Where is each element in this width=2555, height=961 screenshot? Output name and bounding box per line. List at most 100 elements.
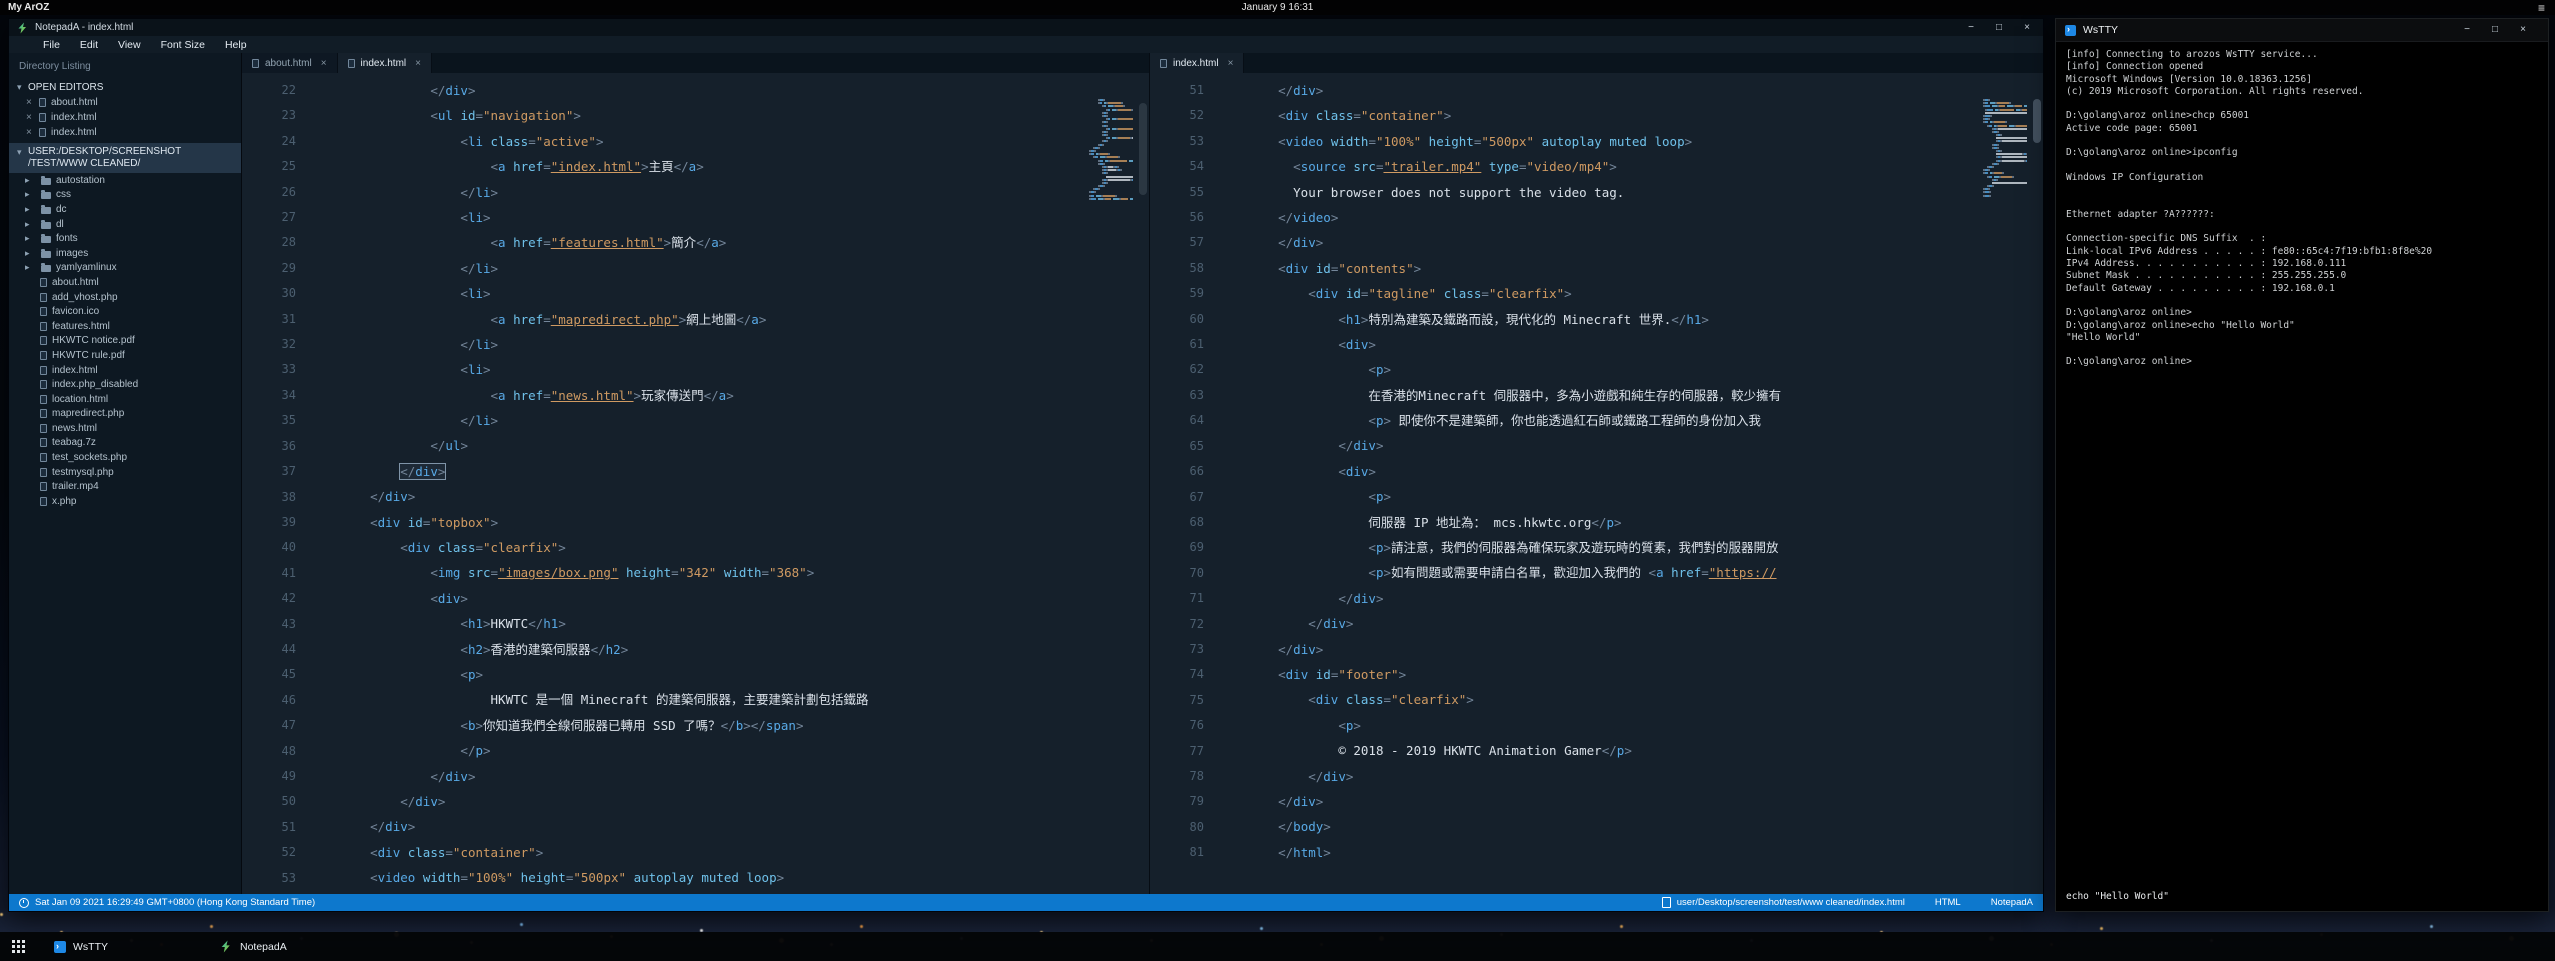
code-line[interactable]: <a href="features.html">簡介</a> — [340, 230, 1149, 255]
code-line[interactable]: </div> — [340, 484, 1149, 509]
code-line[interactable]: Your browser does not support the video … — [1248, 180, 2043, 205]
menu-item-font-size[interactable]: Font Size — [151, 39, 215, 51]
code-line[interactable]: <div id="tagline" class="clearfix"> — [1248, 281, 2043, 306]
tree-file-test_sockets.php[interactable]: test_sockets.php — [9, 450, 241, 465]
code-line[interactable]: <div id="topbox"> — [340, 510, 1149, 535]
close-button[interactable]: × — [2021, 23, 2033, 33]
code-line[interactable]: © 2018 - 2019 HKWTC Animation Gamer</p> — [1248, 738, 2043, 763]
maximize-button[interactable]: □ — [2489, 25, 2501, 35]
code-line[interactable]: <div> — [340, 586, 1149, 611]
close-button[interactable]: × — [2517, 25, 2529, 35]
tree-file-index.php_disabled[interactable]: index.php_disabled — [9, 377, 241, 392]
code-line[interactable]: <source src="trailer.mp4" type="video/mp… — [1248, 154, 2043, 179]
maximize-button[interactable]: □ — [1993, 23, 2005, 33]
menu-item-view[interactable]: View — [108, 39, 151, 51]
code-line[interactable]: HKWTC 是一個 Minecraft 的建築伺服器，主要建築計劃包括鐵路 — [340, 687, 1149, 712]
code-line[interactable]: <p>請注意，我們的伺服器為確保玩家及遊玩時的質素，我們對的服器開放 — [1248, 535, 2043, 560]
tree-file-mapredirect.php[interactable]: mapredirect.php — [9, 407, 241, 422]
tree-file-testmysql.php[interactable]: testmysql.php — [9, 465, 241, 480]
open-editor-item[interactable]: ×index.html — [9, 110, 241, 125]
code-line[interactable]: </div> — [1248, 230, 2043, 255]
code-line[interactable]: <a href="mapredirect.php">網上地圖</a> — [340, 307, 1149, 332]
code-line[interactable]: </div> — [340, 789, 1149, 814]
code-line[interactable]: <li> — [340, 205, 1149, 230]
code-line[interactable]: </div> — [340, 814, 1149, 839]
tree-folder-autostation[interactable]: ▸autostation — [9, 173, 241, 188]
code-line[interactable]: <div id="contents"> — [1248, 256, 2043, 281]
code-line[interactable]: <div id="footer"> — [1248, 662, 2043, 687]
menu-item-help[interactable]: Help — [215, 39, 257, 51]
code-line[interactable]: <p> — [1248, 357, 2043, 382]
code-line[interactable]: <li> — [340, 357, 1149, 382]
editor[interactable]: 5152535455565758596061626364656667686970… — [1150, 73, 2043, 894]
code-line[interactable]: <h1>特別為建築及鐵路而設，現代化的 Minecraft 世界.</h1> — [1248, 307, 2043, 332]
code-line[interactable]: </video> — [1248, 205, 2043, 230]
code-line[interactable]: <video width="100%" height="500px" autop… — [1248, 129, 2043, 154]
scrollbar-thumb[interactable] — [2033, 99, 2041, 143]
minimap[interactable] — [1979, 99, 2027, 198]
code-line[interactable]: <div class="container"> — [1248, 103, 2043, 128]
open-editor-item[interactable]: ×about.html — [9, 95, 241, 110]
code-line[interactable]: <p>如有問題或需要申請白名單，歡迎加入我們的 <a href="https:/… — [1248, 560, 2043, 585]
code-line[interactable]: </ul> — [340, 433, 1149, 458]
editor[interactable]: 2223242526272829303132333435363738394041… — [242, 73, 1149, 894]
tree-folder-dl[interactable]: ▸dl — [9, 217, 241, 232]
code-line[interactable]: <div> — [1248, 459, 2043, 484]
code-line[interactable]: </li> — [340, 332, 1149, 357]
tree-file-news.html[interactable]: news.html — [9, 421, 241, 436]
menu-item-edit[interactable]: Edit — [70, 39, 108, 51]
code-line[interactable]: <li class="active"> — [340, 129, 1149, 154]
code-line[interactable]: <a href="index.html">主頁</a> — [340, 154, 1149, 179]
code-line[interactable]: <div class="clearfix"> — [1248, 687, 2043, 712]
code-line[interactable]: 在香港的Minecraft 伺服器中，多為小遊戲和純生存的伺服器，較少擁有 — [1248, 383, 2043, 408]
code-line[interactable]: <ul id="navigation"> — [340, 103, 1149, 128]
code-line[interactable]: </div> — [1248, 78, 2043, 103]
code-line[interactable]: <video width="100%" height="500px" autop… — [340, 865, 1149, 890]
tree-folder-yamlyamlinux[interactable]: ▸yamlyamlinux — [9, 261, 241, 276]
code-line[interactable]: </li> — [340, 408, 1149, 433]
code-line[interactable]: <p> — [1248, 484, 2043, 509]
code-line[interactable]: <h2>香港的建築伺服器</h2> — [340, 637, 1149, 662]
tab-close-icon[interactable]: × — [1228, 58, 1234, 69]
close-icon[interactable]: × — [26, 127, 34, 138]
code-line[interactable]: 伺服器 IP 地址為： mcs.hkwtc.org</p> — [1248, 510, 2043, 535]
code-line[interactable]: </div> — [1248, 433, 2043, 458]
code-line[interactable]: <b>你知道我們全線伺服器已轉用 SSD 了嗎？</b></span> — [340, 713, 1149, 738]
workspace-header[interactable]: ▾ USER:/DESKTOP/SCREENSHOT /TEST/WWW CLE… — [9, 143, 241, 173]
code-line[interactable]: </html> — [1248, 840, 2043, 865]
code-line[interactable]: <img src="images/box.png" height="342" w… — [340, 560, 1149, 585]
tree-folder-fonts[interactable]: ▸fonts — [9, 231, 241, 246]
code-line[interactable]: <p> 即使你不是建築師，你也能透過紅石師或鐵路工程師的身份加入我 — [1248, 408, 2043, 433]
tree-folder-images[interactable]: ▸images — [9, 246, 241, 261]
code-line[interactable]: <p> — [1248, 713, 2043, 738]
tree-file-trailer.mp4[interactable]: trailer.mp4 — [9, 479, 241, 494]
terminal-titlebar[interactable]: WsTTY − □ × — [2056, 19, 2548, 42]
minimize-button[interactable]: − — [2461, 25, 2473, 35]
code-line[interactable]: </li> — [340, 256, 1149, 281]
tab-close-icon[interactable]: × — [321, 58, 327, 69]
tree-folder-dc[interactable]: ▸dc — [9, 202, 241, 217]
code-line[interactable]: </div> — [1248, 586, 2043, 611]
code-line[interactable]: <li> — [340, 281, 1149, 306]
tree-file-about.html[interactable]: about.html — [9, 275, 241, 290]
editor-tab-about.html[interactable]: about.html× — [242, 53, 338, 73]
close-icon[interactable]: × — [26, 97, 34, 108]
terminal-input-line[interactable]: echo "Hello World" — [2066, 891, 2169, 903]
tab-close-icon[interactable]: × — [415, 58, 421, 69]
statusbar-language[interactable]: HTML — [1935, 897, 1961, 908]
tree-file-add_vhost.php[interactable]: add_vhost.php — [9, 290, 241, 305]
open-editor-item[interactable]: ×index.html — [9, 125, 241, 140]
tree-file-features.html[interactable]: features.html — [9, 319, 241, 334]
code-line[interactable]: </div> — [340, 459, 1149, 484]
code-area[interactable]: </div> <ul id="navigation"> <li class="a… — [320, 73, 1149, 894]
terminal-output[interactable]: [info] Connecting to arozos WsTTY servic… — [2056, 41, 2548, 885]
tree-file-favicon.ico[interactable]: favicon.ico — [9, 304, 241, 319]
code-line[interactable]: <h1>HKWTC</h1> — [340, 611, 1149, 636]
tree-folder-css[interactable]: ▸css — [9, 188, 241, 203]
notepad-titlebar[interactable]: NotepadA - index.html − □ × — [9, 19, 2043, 36]
code-line[interactable]: <div> — [1248, 332, 2043, 357]
editor-tab-index.html[interactable]: index.html× — [338, 53, 432, 73]
taskbar-item-wstty[interactable]: WsTTY — [54, 932, 202, 961]
code-line[interactable]: </div> — [1248, 789, 2043, 814]
code-line[interactable]: <div class="clearfix"> — [340, 535, 1149, 560]
